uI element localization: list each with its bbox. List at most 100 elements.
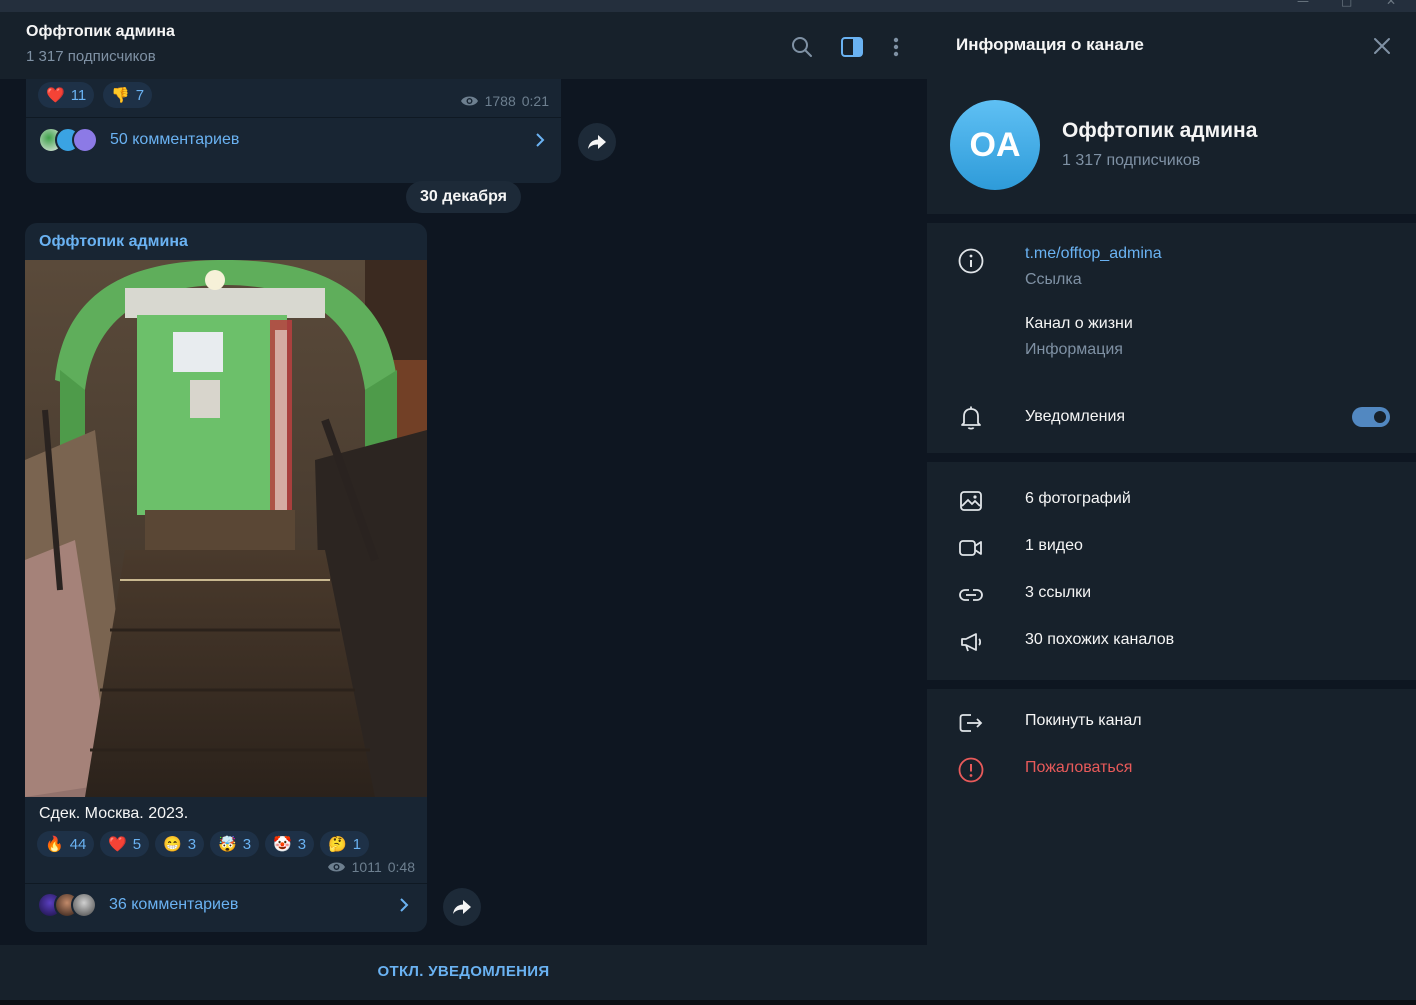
reaction-count: 5 <box>132 835 142 853</box>
channel-name: Оффтопик админа <box>1062 119 1258 142</box>
video-icon <box>958 535 984 561</box>
leave-icon <box>958 710 984 736</box>
exploding-head-emoji: 🤯 <box>218 835 237 853</box>
chevron-right-icon <box>400 898 409 912</box>
report-label: Пожаловаться <box>1025 759 1133 776</box>
channel-description: Канал о жизни <box>1025 315 1133 332</box>
notifications-toggle[interactable] <box>1352 407 1390 427</box>
message-bubble[interactable]: Оффтопик админа Сдек. Москва. 2023. 🔥 44… <box>25 223 427 932</box>
section-divider <box>927 680 1416 689</box>
commenter-avatars <box>38 127 98 153</box>
report-row[interactable] <box>927 747 1416 791</box>
comments-link[interactable]: 50 комментариев <box>38 127 553 153</box>
leave-channel-label: Покинуть канал <box>1025 712 1142 729</box>
reaction-chip[interactable]: 😁 3 <box>155 831 205 857</box>
reaction-count: 3 <box>242 835 252 853</box>
commenter-avatars <box>37 892 97 918</box>
fire-emoji: 🔥 <box>45 835 64 853</box>
message-bubble[interactable]: ❤️ 11 👎 7 1788 0:21 50 комментариев <box>26 79 561 183</box>
close-window-icon[interactable]: ✕ <box>1386 0 1396 8</box>
section-divider <box>927 214 1416 223</box>
comments-count: 50 комментариев <box>110 131 240 148</box>
channel-link[interactable]: t.me/offtop_admina <box>1025 245 1162 263</box>
reaction-chip[interactable]: 🤯 3 <box>210 831 260 857</box>
thinking-emoji: 🤔 <box>328 835 347 853</box>
heart-emoji: ❤️ <box>108 835 127 853</box>
sidebar-toggle-icon[interactable] <box>839 34 865 60</box>
clown-emoji: 🤡 <box>273 835 292 853</box>
divider <box>25 883 427 884</box>
reaction-count: 44 <box>69 835 87 853</box>
reaction-count: 1 <box>352 835 362 853</box>
view-count: 1788 <box>484 93 516 109</box>
search-icon[interactable] <box>789 34 815 60</box>
megaphone-icon <box>958 629 984 655</box>
notifications-row[interactable] <box>927 396 1416 440</box>
message-list[interactable]: ❤️ 11 👎 7 1788 0:21 50 комментариев 30 д… <box>6 79 927 945</box>
bell-icon <box>958 405 984 431</box>
chat-subscriber-count: 1 317 подписчиков <box>26 48 156 65</box>
message-meta: 1788 0:21 <box>460 93 549 109</box>
reaction-count: 7 <box>135 86 145 104</box>
thumbs-down-emoji: 👎 <box>111 86 130 104</box>
bottom-bar: ОТКЛ. УВЕДОМЛЕНИЯ <box>0 945 927 1000</box>
comments-count: 36 комментариев <box>109 896 239 913</box>
view-count: 1011 <box>351 859 382 875</box>
photos-count: 6 фотографий <box>1025 490 1131 507</box>
links-row[interactable] <box>927 572 1416 616</box>
reaction-count: 3 <box>187 835 197 853</box>
channel-info-panel: Информация о канале OA Оффтопик админа 1… <box>927 12 1416 1000</box>
eye-icon <box>327 862 345 872</box>
share-button[interactable] <box>578 123 616 161</box>
avatar <box>71 892 97 918</box>
reaction-chip[interactable]: ❤️ 11 <box>38 82 95 108</box>
videos-count: 1 видео <box>1025 537 1083 554</box>
avatar <box>72 127 98 153</box>
channel-link-row[interactable] <box>927 240 1416 296</box>
info-icon <box>958 248 984 274</box>
similar-channels-count: 30 похожих каналов <box>1025 631 1175 648</box>
photo-icon <box>958 488 984 514</box>
share-button[interactable] <box>443 888 481 926</box>
chat-title: Оффтопик админа <box>26 23 175 40</box>
videos-row[interactable] <box>927 525 1416 569</box>
share-arrow-icon <box>453 900 471 914</box>
reaction-chip[interactable]: 🤡 3 <box>265 831 315 857</box>
channel-description-label: Информация <box>1025 341 1123 358</box>
close-icon[interactable] <box>1370 34 1394 58</box>
date-separator: 30 декабря <box>406 181 521 213</box>
photos-row[interactable] <box>927 478 1416 522</box>
window-bottom-edge <box>0 1000 1416 1005</box>
section-divider <box>927 453 1416 462</box>
message-time: 0:21 <box>521 93 549 109</box>
link-icon <box>958 582 984 608</box>
divider <box>26 117 561 118</box>
maximize-icon[interactable]: □ <box>1341 0 1352 8</box>
links-count: 3 ссылки <box>1025 584 1092 601</box>
message-caption: Сдек. Москва. 2023. <box>39 805 189 822</box>
window-title-bar: — □ ✕ <box>0 0 1416 12</box>
grin-emoji: 😁 <box>163 835 182 853</box>
reaction-chip[interactable]: 👎 7 <box>103 82 153 108</box>
comments-link[interactable]: 36 комментариев <box>37 892 417 918</box>
reaction-chip[interactable]: ❤️ 5 <box>100 831 150 857</box>
channel-subscribers: 1 317 подписчиков <box>1062 152 1201 169</box>
heart-emoji: ❤️ <box>46 86 65 104</box>
reaction-count: 11 <box>70 86 87 104</box>
reaction-chip[interactable]: 🤔 1 <box>320 831 370 857</box>
chevron-right-icon <box>536 133 545 147</box>
minimize-icon[interactable]: — <box>1297 0 1309 8</box>
notifications-label: Уведомления <box>1025 408 1126 425</box>
toggle-knob <box>1372 409 1388 425</box>
message-time: 0:48 <box>387 859 415 875</box>
channel-avatar[interactable]: OA <box>950 100 1040 190</box>
eye-icon <box>460 96 478 106</box>
reaction-chip[interactable]: 🔥 44 <box>37 831 95 857</box>
message-author[interactable]: Оффтопик админа <box>39 233 188 251</box>
report-icon <box>958 757 984 783</box>
mute-notifications-button[interactable]: ОТКЛ. УВЕДОМЛЕНИЯ <box>0 963 927 980</box>
message-photo[interactable] <box>25 260 427 797</box>
leave-channel-row[interactable] <box>927 700 1416 744</box>
chat-header[interactable]: Оффтопик админа 1 317 подписчиков <box>0 12 927 79</box>
more-vertical-icon[interactable] <box>883 34 909 60</box>
